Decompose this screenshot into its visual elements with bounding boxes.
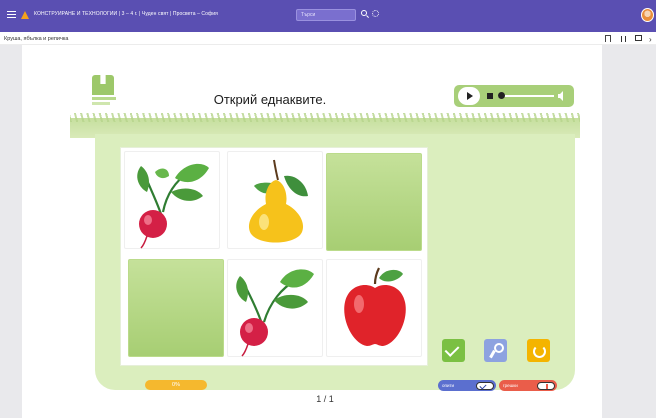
progress-label: 0%: [172, 382, 180, 388]
attempts-toggle-label: опити: [442, 383, 455, 388]
audio-track[interactable]: [498, 95, 554, 97]
search-input[interactable]: Търси: [296, 9, 356, 21]
top-bar: КОНСТРУИРАНЕ И ТЕХНОЛОГИИ | 3 – 4 г. | Ч…: [0, 0, 656, 32]
memory-card-pear[interactable]: [227, 151, 323, 249]
search-placeholder: Търси: [301, 12, 316, 18]
search-icon[interactable]: [361, 10, 367, 16]
volume-icon[interactable]: [558, 91, 563, 101]
pear-icon: [248, 159, 308, 243]
publisher-logo-icon[interactable]: [21, 11, 29, 19]
window-icon[interactable]: [635, 35, 642, 41]
toggle-switch[interactable]: [476, 381, 494, 390]
audio-seek-handle[interactable]: [498, 92, 505, 99]
bookmark-icon[interactable]: [605, 35, 611, 42]
apple-icon: [344, 267, 406, 346]
stop-icon[interactable]: [487, 93, 493, 99]
avatar[interactable]: [641, 8, 654, 22]
memory-card-radish[interactable]: [124, 151, 220, 249]
memory-card-back[interactable]: [326, 153, 422, 251]
errors-toggle-label: грешки: [503, 383, 518, 388]
play-icon[interactable]: [458, 87, 480, 105]
pause-icon[interactable]: [621, 36, 626, 42]
activity-title: Открий еднаквите.: [213, 92, 327, 107]
progress-bar: 0%: [145, 380, 207, 390]
errors-toggle[interactable]: грешки: [499, 380, 557, 391]
check-button[interactable]: [442, 339, 465, 362]
radish-icon: [137, 163, 209, 249]
menu-icon[interactable]: [7, 11, 16, 18]
next-icon[interactable]: ›: [649, 35, 652, 44]
breadcrumb: Круша, ябълка и репичка: [4, 36, 69, 42]
brand-logo: [92, 75, 116, 109]
toggle-switch[interactable]: [537, 381, 555, 390]
gear-icon[interactable]: [372, 10, 379, 17]
sub-bar: Круша, ябълка и репичка ›: [0, 32, 656, 45]
course-title: КОНСТРУИРАНЕ И ТЕХНОЛОГИИ | 3 – 4 г. | Ч…: [34, 11, 218, 17]
memory-card-radish[interactable]: [227, 259, 323, 357]
audio-player: [454, 85, 574, 107]
attempts-toggle[interactable]: опити: [438, 380, 496, 391]
show-answer-button[interactable]: [484, 339, 507, 362]
page-indicator: 1 / 1: [316, 394, 334, 404]
radish-icon: [236, 269, 314, 357]
memory-card-apple[interactable]: [326, 259, 422, 357]
memory-card-back[interactable]: [128, 259, 224, 357]
restart-button[interactable]: [527, 339, 550, 362]
